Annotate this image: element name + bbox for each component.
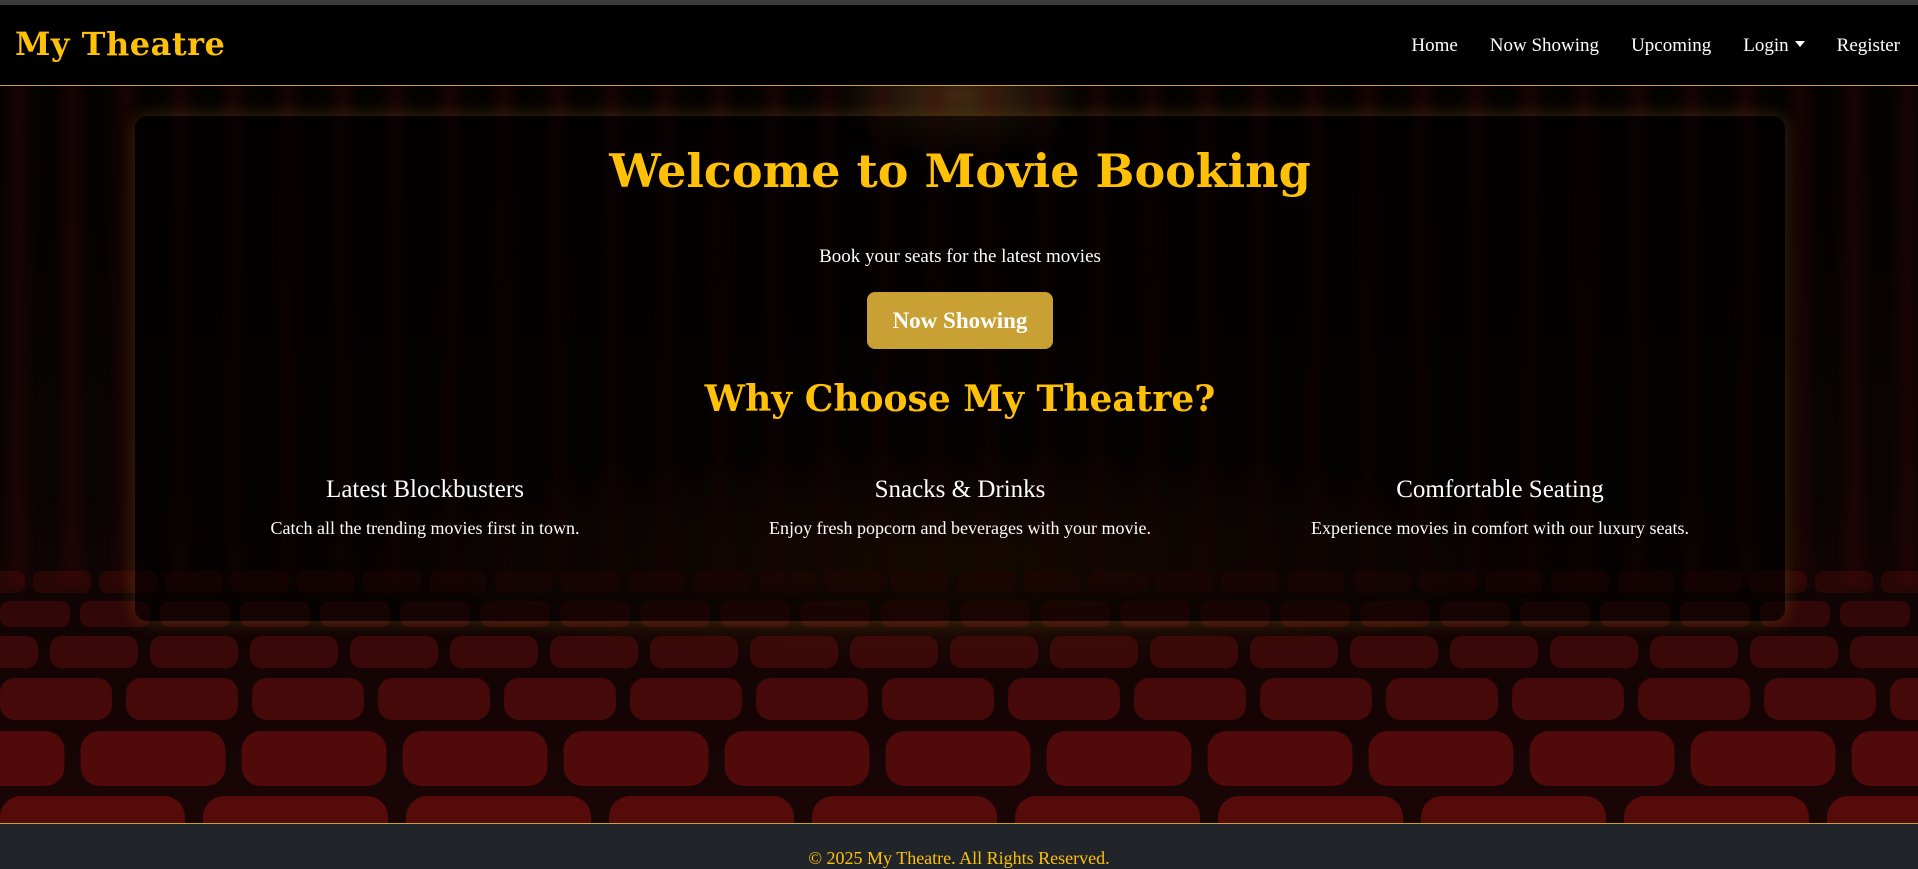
seat-shape: [1690, 731, 1836, 786]
seat-shape: [1650, 636, 1738, 668]
feature-comfortable-seating: Comfortable Seating Experience movies in…: [1230, 476, 1770, 539]
seat-shape: [203, 796, 388, 823]
seat-shape: [0, 731, 65, 786]
nav-register-link[interactable]: Register: [1837, 35, 1900, 57]
seat-shape: [126, 678, 238, 720]
navbar: My Theatre Home Now Showing Upcoming Log…: [0, 5, 1918, 86]
seat-shape: [1638, 678, 1750, 720]
seat-shape: [750, 636, 838, 668]
seat-shape: [80, 731, 226, 786]
seat-shape: [609, 796, 794, 823]
seat-shape: [1386, 678, 1498, 720]
nav-upcoming-link[interactable]: Upcoming: [1631, 35, 1711, 57]
feature-title: Snacks & Drinks: [874, 476, 1046, 503]
seat-shape: [504, 678, 616, 720]
seat-shape: [850, 636, 938, 668]
seat-shape: [650, 636, 738, 668]
brand-logo[interactable]: My Theatre: [15, 25, 225, 63]
nav-links: Home Now Showing Upcoming Login Register: [1379, 35, 1900, 57]
feature-snacks-drinks: Snacks & Drinks Enjoy fresh popcorn and …: [690, 476, 1230, 539]
seat-shape: [1881, 571, 1918, 593]
seat-shape: [350, 636, 438, 668]
seat-shape: [0, 678, 112, 720]
seat-shape: [1850, 636, 1918, 668]
feature-latest-blockbusters: Latest Blockbusters Catch all the trendi…: [155, 476, 695, 539]
seat-shape: [1250, 636, 1338, 668]
seat-shape: [1851, 731, 1918, 786]
seat-shape: [1421, 796, 1606, 823]
seat-shape: [1512, 678, 1624, 720]
hero-background: Welcome to Movie Booking Book your seats…: [0, 86, 1918, 823]
seat-shape: [1764, 678, 1876, 720]
footer: © 2025 My Theatre. All Rights Reserved.: [0, 823, 1918, 869]
caret-down-icon: [1794, 41, 1805, 47]
seat-shape: [241, 731, 387, 786]
seat-shape: [1624, 796, 1809, 823]
welcome-panel: Welcome to Movie Booking Book your seats…: [135, 116, 1785, 621]
seat-shape: [252, 678, 364, 720]
seat-shape: [1450, 636, 1538, 668]
seat-shape: [250, 636, 338, 668]
seat-shape: [1827, 796, 1918, 823]
seat-shape: [1008, 678, 1120, 720]
copyright-text: © 2025 My Theatre. All Rights Reserved.: [808, 848, 1110, 868]
seat-shape: [882, 678, 994, 720]
seat-shape: [1134, 678, 1246, 720]
seat-shape: [630, 678, 742, 720]
seat-shape: [0, 796, 185, 823]
seat-shape: [950, 636, 1038, 668]
seat-shape: [563, 731, 709, 786]
feature-text: Experience movies in comfort with our lu…: [1311, 518, 1689, 538]
now-showing-button[interactable]: Now Showing: [867, 292, 1053, 349]
seat-shape: [724, 731, 870, 786]
hero-title: Welcome to Movie Booking: [609, 144, 1311, 198]
feature-title: Comfortable Seating: [1396, 476, 1604, 503]
nav-now-showing-link[interactable]: Now Showing: [1490, 35, 1599, 57]
seat-shape: [1046, 731, 1192, 786]
seat-shape: [812, 796, 997, 823]
seat-shape: [33, 571, 91, 593]
seat-shape: [1750, 636, 1838, 668]
feature-text: Enjoy fresh popcorn and beverages with y…: [769, 518, 1151, 538]
seat-shape: [402, 731, 548, 786]
seat-shape: [50, 636, 138, 668]
why-choose-title: Why Choose My Theatre?: [704, 378, 1216, 420]
seat-shape: [1150, 636, 1238, 668]
seat-shape: [1050, 636, 1138, 668]
seat-shape: [1815, 571, 1873, 593]
seat-shape: [1207, 731, 1353, 786]
nav-login-label: Login: [1743, 35, 1789, 56]
seat-shape: [885, 731, 1031, 786]
seat-shape: [406, 796, 591, 823]
nav-home-link[interactable]: Home: [1411, 35, 1457, 57]
seat-shape: [1260, 678, 1372, 720]
seat-shape: [450, 636, 538, 668]
feature-text: Catch all the trending movies first in t…: [270, 518, 580, 538]
seat-shape: [756, 678, 868, 720]
seat-shape: [1350, 636, 1438, 668]
seat-shape: [150, 636, 238, 668]
seat-shape: [1015, 796, 1200, 823]
seat-shape: [1529, 731, 1675, 786]
seat-shape: [378, 678, 490, 720]
seat-shape: [1218, 796, 1403, 823]
features-row: Latest Blockbusters Catch all the trendi…: [135, 476, 1785, 556]
seat-shape: [1890, 678, 1918, 720]
seat-shape: [0, 636, 38, 668]
feature-title: Latest Blockbusters: [326, 476, 524, 503]
seat-shape: [1368, 731, 1514, 786]
seat-shape: [550, 636, 638, 668]
seat-shape: [1840, 601, 1910, 627]
seat-shape: [0, 601, 70, 627]
nav-login-dropdown[interactable]: Login: [1743, 35, 1805, 57]
seat-shape: [1550, 636, 1638, 668]
seat-shape: [0, 571, 25, 593]
hero-subtitle: Book your seats for the latest movies: [819, 246, 1101, 267]
